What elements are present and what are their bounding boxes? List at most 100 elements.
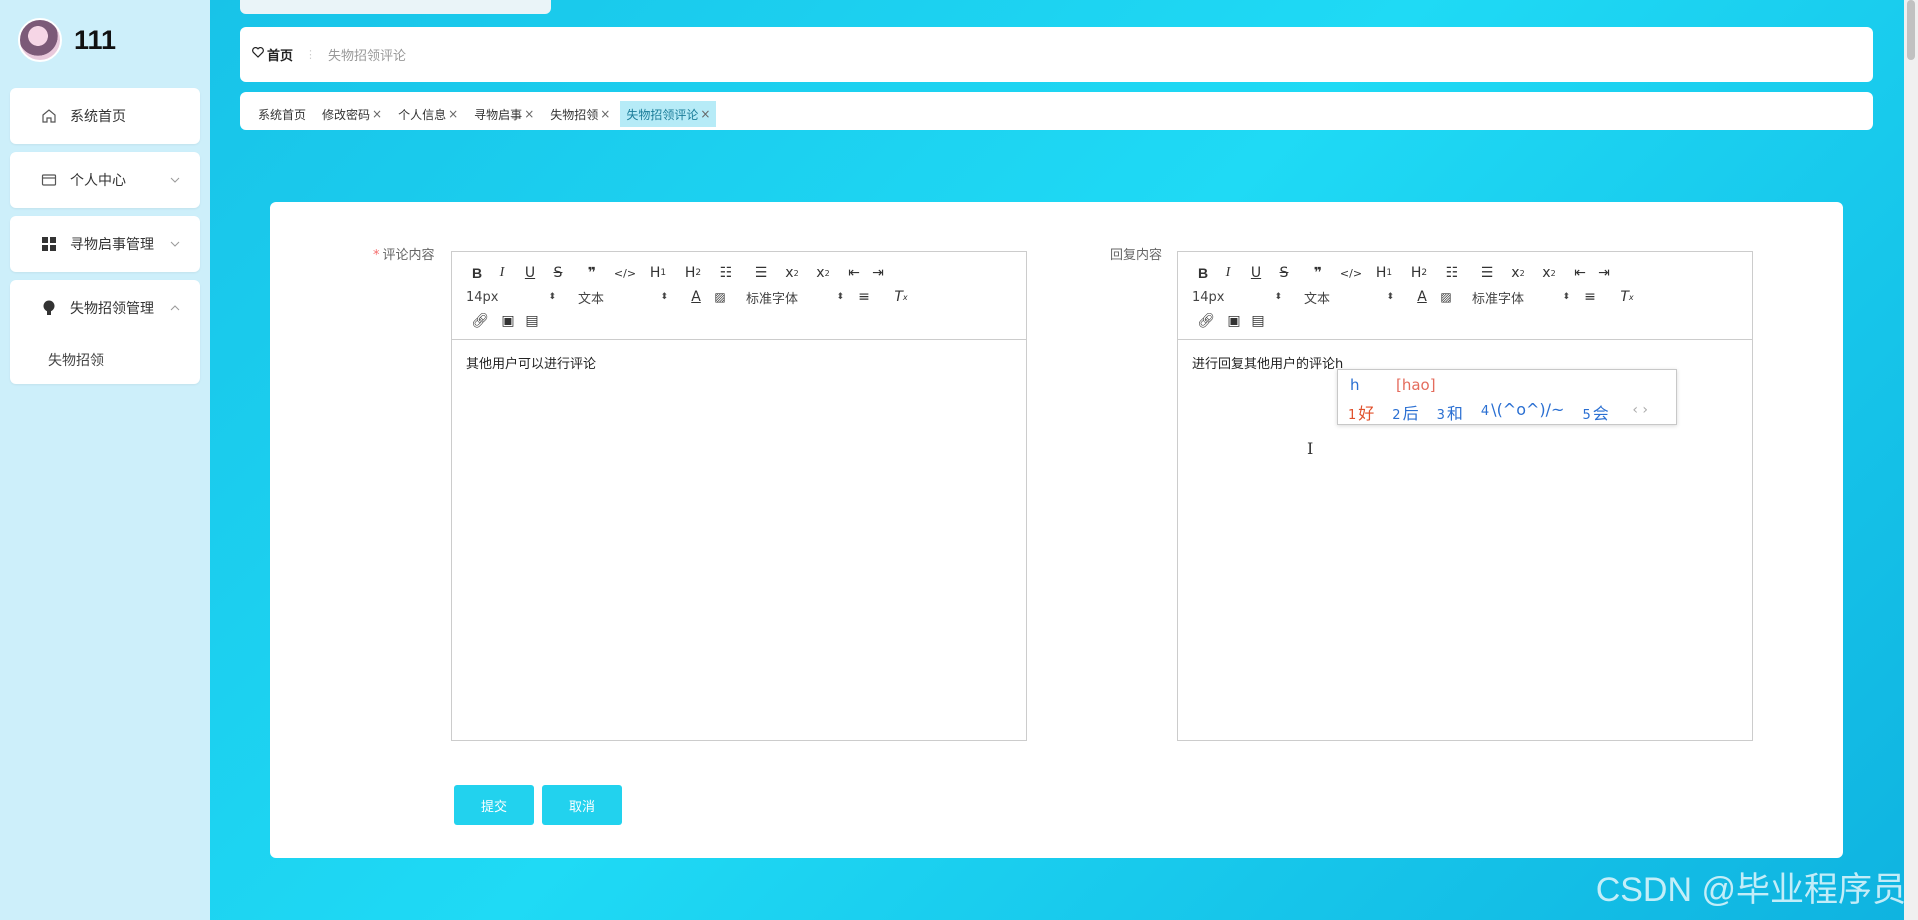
- h2-button[interactable]: H2: [1404, 263, 1434, 283]
- outdent-icon[interactable]: ⇤: [840, 263, 868, 283]
- header-select[interactable]: 文本 ⬍: [578, 288, 668, 307]
- code-button[interactable]: </>: [1338, 263, 1364, 283]
- close-icon[interactable]: ×: [372, 107, 382, 121]
- close-icon[interactable]: ×: [524, 107, 534, 121]
- menu-card-personal: 个人中心: [10, 152, 200, 208]
- outdent-icon[interactable]: ⇤: [1566, 263, 1594, 283]
- h1-button[interactable]: H1: [638, 263, 678, 283]
- comment-content[interactable]: 其他用户可以进行评论: [452, 340, 1026, 385]
- bullet-list-icon[interactable]: ☰: [1470, 263, 1504, 283]
- tag-lost-notice[interactable]: 寻物启事 ×: [468, 101, 540, 127]
- page-scrollbar[interactable]: [1904, 0, 1918, 920]
- link-icon[interactable]: 🔗︎: [1192, 311, 1220, 331]
- editor-toolbar: B I U S ❞ </> H1 H2 ☷ ☰ x2 x2 ⇤ ⇥ 14px ⬍ …: [1178, 252, 1752, 340]
- sidebar-item-home[interactable]: 系统首页: [10, 88, 200, 144]
- close-icon[interactable]: ×: [448, 107, 458, 121]
- blockquote-button[interactable]: ❞: [572, 263, 612, 283]
- tag-found[interactable]: 失物招领 ×: [544, 101, 616, 127]
- italic-button[interactable]: I: [488, 263, 516, 283]
- tag-personal-info[interactable]: 个人信息 ×: [392, 101, 464, 127]
- underline-button[interactable]: U: [1242, 263, 1270, 283]
- link-icon[interactable]: 🔗︎: [466, 311, 494, 331]
- subscript-button[interactable]: x2: [1504, 263, 1532, 283]
- reply-editor: B I U S ❞ </> H1 H2 ☷ ☰ x2 x2 ⇤ ⇥ 14px ⬍ …: [1177, 251, 1753, 741]
- top-header-strip: [240, 0, 551, 14]
- size-select[interactable]: 14px ⬍: [1192, 290, 1282, 305]
- ime-candidate[interactable]: 2后: [1392, 400, 1418, 424]
- avatar[interactable]: [18, 18, 62, 62]
- background-color-icon[interactable]: ▨: [710, 287, 730, 307]
- sidebar-item-found[interactable]: 失物招领管理: [10, 280, 200, 336]
- size-select[interactable]: 14px ⬍: [466, 290, 556, 305]
- ime-candidate[interactable]: 5会: [1582, 400, 1608, 424]
- comment-label: * 评论内容: [373, 248, 435, 263]
- sidebar-item-label: 个人中心: [70, 173, 126, 189]
- bullet-list-icon[interactable]: ☰: [744, 263, 778, 283]
- background-color-icon[interactable]: ▨: [1436, 287, 1456, 307]
- subscript-button[interactable]: x2: [778, 263, 806, 283]
- image-icon[interactable]: ▣: [494, 311, 522, 331]
- chevron-up-icon: [170, 301, 180, 314]
- clear-format-icon[interactable]: Tx: [884, 287, 918, 307]
- font-select[interactable]: 标准字体 ⬍: [1472, 288, 1570, 307]
- text-color-icon[interactable]: A: [1408, 287, 1436, 307]
- superscript-button[interactable]: x2: [1532, 263, 1566, 283]
- italic-button[interactable]: I: [1214, 263, 1242, 283]
- align-icon[interactable]: ≡: [1570, 287, 1610, 307]
- h2-button[interactable]: H2: [678, 263, 708, 283]
- breadcrumb-current: 失物招领评论: [328, 49, 407, 64]
- sidebar-item-label: 寻物启事管理: [70, 237, 154, 253]
- tag-label: 寻物启事: [474, 107, 523, 122]
- tag-label: 失物招领: [550, 107, 599, 122]
- tag-label: 个人信息: [398, 107, 447, 122]
- tag-home[interactable]: 系统首页: [252, 101, 312, 127]
- chevron-down-icon: [170, 237, 180, 250]
- ordered-list-icon[interactable]: ☷: [1434, 263, 1470, 283]
- strike-button[interactable]: S: [1270, 263, 1298, 283]
- tag-change-password[interactable]: 修改密码 ×: [316, 101, 388, 127]
- bold-button[interactable]: B: [466, 263, 488, 283]
- comment-editor: B I U S ❞ </> H1 H2 ☷ ☰ x2 x2 ⇤ ⇥ 14px ⬍ …: [451, 251, 1027, 741]
- text-color-icon[interactable]: A: [682, 287, 710, 307]
- code-button[interactable]: </>: [612, 263, 638, 283]
- card-icon: [40, 171, 58, 189]
- bold-button[interactable]: B: [1192, 263, 1214, 283]
- brand: 111: [18, 18, 116, 62]
- indent-icon[interactable]: ⇥: [868, 263, 888, 283]
- header-select[interactable]: 文本 ⬍: [1304, 288, 1394, 307]
- cancel-button[interactable]: 取消: [542, 785, 622, 825]
- strike-button[interactable]: S: [544, 263, 572, 283]
- tag-found-comment[interactable]: 失物招领评论 ×: [620, 101, 717, 127]
- indent-icon[interactable]: ⇥: [1594, 263, 1614, 283]
- breadcrumb-home[interactable]: 首页: [252, 45, 293, 64]
- h1-button[interactable]: H1: [1364, 263, 1404, 283]
- font-select[interactable]: 标准字体 ⬍: [746, 288, 844, 307]
- ime-page-nav[interactable]: ‹ ›: [1632, 402, 1648, 418]
- ime-candidate-window: h [hao] 1好 2后 3和 4 \(^o^)/~ 5会 ‹ ›: [1337, 369, 1677, 425]
- watermark: CSDN @毕业程序员: [1595, 871, 1906, 909]
- close-icon[interactable]: ×: [700, 107, 710, 121]
- sidebar-item-personal[interactable]: 个人中心: [10, 152, 200, 208]
- underline-button[interactable]: U: [516, 263, 544, 283]
- sidebar-item-lost-notice[interactable]: 寻物启事管理: [10, 216, 200, 272]
- align-icon[interactable]: ≡: [844, 287, 884, 307]
- app-title: 111: [74, 24, 117, 55]
- video-icon[interactable]: ▤: [1248, 311, 1268, 331]
- breadcrumb-separator: ⋮: [305, 48, 317, 61]
- submit-button[interactable]: 提交: [454, 785, 534, 825]
- clear-format-icon[interactable]: Tx: [1610, 287, 1644, 307]
- breadcrumb: 首页 ⋮ 失物招领评论: [240, 27, 1873, 82]
- video-icon[interactable]: ▤: [522, 311, 542, 331]
- ime-input: h: [1350, 376, 1360, 394]
- close-icon[interactable]: ×: [600, 107, 610, 121]
- ime-candidate[interactable]: 4 \(^o^)/~: [1481, 400, 1565, 424]
- sidebar-subitem-found[interactable]: 失物招领: [10, 336, 200, 384]
- image-icon[interactable]: ▣: [1220, 311, 1248, 331]
- ime-candidate[interactable]: 3和: [1437, 400, 1463, 424]
- superscript-button[interactable]: x2: [806, 263, 840, 283]
- reply-label: 回复内容: [1110, 248, 1163, 263]
- ordered-list-icon[interactable]: ☷: [708, 263, 744, 283]
- blockquote-button[interactable]: ❞: [1298, 263, 1338, 283]
- chevron-down-icon: [170, 173, 180, 186]
- ime-candidate[interactable]: 1好: [1348, 400, 1374, 424]
